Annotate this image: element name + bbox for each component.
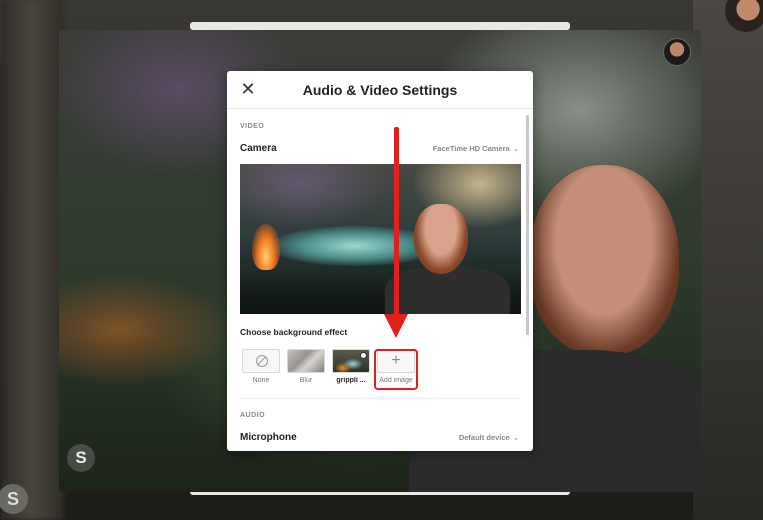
none-icon (256, 355, 268, 367)
effect-custom-image-label: grippli ... (336, 377, 366, 384)
dialog-scrollbar[interactable] (526, 115, 529, 335)
chevron-down-icon: ⌄ (512, 144, 519, 153)
effect-none-label: None (252, 377, 270, 384)
skype-icon: S (67, 444, 95, 472)
scene-fire (252, 224, 280, 270)
dialog-title: Audio & Video Settings (302, 82, 458, 98)
participant-face (529, 165, 679, 355)
preview-person-face (414, 204, 468, 274)
dialog-header: ✕ Audio & Video Settings (227, 71, 533, 109)
camera-select[interactable]: FaceTime HD Camera ⌄ (433, 144, 519, 153)
effect-custom-image[interactable]: grippli ... (332, 349, 370, 384)
effect-blur-label: Blur (299, 377, 313, 384)
background-effect-heading: Choose background effect (240, 327, 348, 337)
image-thumbnail (332, 349, 370, 373)
effect-blur[interactable]: Blur (287, 349, 325, 384)
preview-person-body (385, 266, 510, 314)
camera-label: Camera (240, 143, 277, 154)
microphone-select-value: Default device (458, 433, 510, 442)
camera-preview (240, 164, 521, 314)
blurred-background-right (693, 0, 763, 520)
annotation-arrow-head (384, 314, 408, 338)
audio-video-settings-dialog: ✕ Audio & Video Settings VIDEO Camera Fa… (227, 71, 533, 451)
section-divider (240, 398, 520, 399)
annotation-highlight-box (374, 349, 418, 390)
camera-select-value: FaceTime HD Camera (432, 144, 510, 153)
video-section-heading: VIDEO (240, 123, 265, 130)
chevron-down-icon: ⌄ (512, 433, 519, 442)
audio-section-heading: AUDIO (240, 412, 266, 419)
selected-indicator-icon (360, 352, 367, 359)
blur-thumbnail (287, 349, 325, 373)
effect-none[interactable]: None (242, 349, 280, 384)
none-thumbnail (242, 349, 280, 373)
screen: S S ✕ Audio & Video Settings VIDEO Camer… (0, 0, 763, 520)
microphone-select[interactable]: Default device ⌄ (459, 433, 519, 442)
annotation-arrow-shaft (394, 127, 399, 323)
self-avatar[interactable] (663, 38, 691, 66)
microphone-label: Microphone (240, 432, 297, 443)
blurred-background-left (0, 0, 64, 520)
window-top-edge (190, 22, 570, 30)
